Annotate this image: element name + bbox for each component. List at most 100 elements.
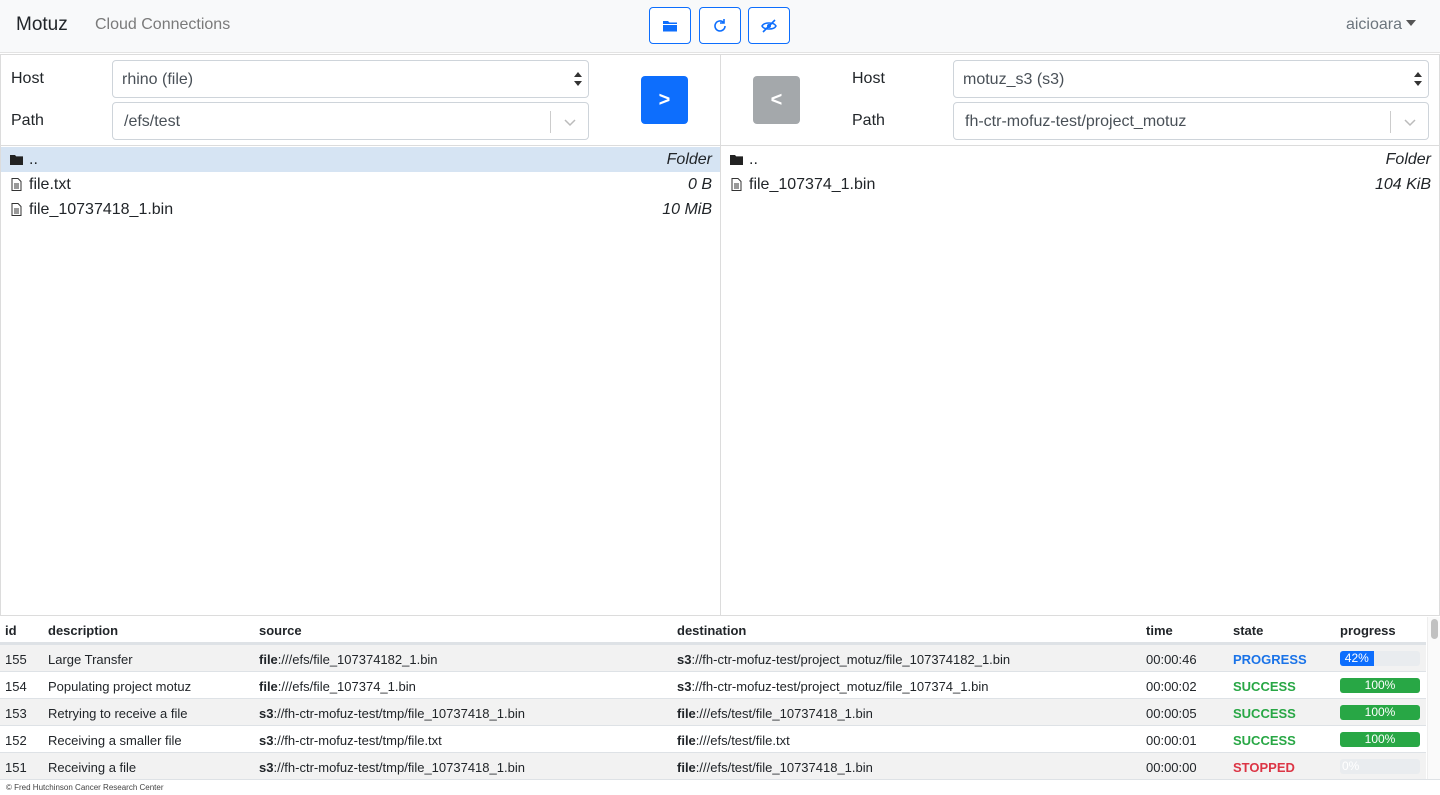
job-id: 154 [5, 679, 27, 694]
col-header-destination[interactable]: destination [677, 623, 746, 638]
brand-logo[interactable]: Motuz [16, 14, 68, 36]
transfer-right-button[interactable]: > [641, 76, 688, 124]
destination-scheme: file [677, 760, 696, 775]
file-size: Folder [666, 151, 712, 168]
file-size: 104 KiB [1374, 176, 1431, 193]
job-source: s3://fh-ctr-mofuz-test/tmp/file_10737418… [259, 706, 525, 721]
col-header-state[interactable]: state [1233, 623, 1263, 638]
table-row[interactable]: 152 Receiving a smaller file s3://fh-ctr-m… [0, 725, 1426, 752]
source-path: ://fh-ctr-mofuz-test/tmp/file_10737418_1… [273, 706, 525, 721]
job-source: file:///efs/file_107374182_1.bin [259, 652, 438, 667]
job-description: Receiving a file [48, 760, 137, 775]
job-destination: file:///efs/test/file.txt [677, 733, 790, 748]
col-header-time[interactable]: time [1146, 623, 1173, 638]
host-select[interactable]: motuz_s3 (s3) [953, 60, 1429, 98]
destination-scheme: file [677, 706, 696, 721]
toggle-hidden-button[interactable] [748, 7, 790, 44]
host-select-value: motuz_s3 (s3) [963, 71, 1065, 88]
col-header-description[interactable]: description [48, 623, 118, 638]
job-state: PROGRESS [1233, 652, 1307, 667]
job-description: Large Transfer [48, 652, 133, 667]
folder-icon [663, 20, 677, 31]
destination-path: ://fh-ctr-mofuz-test/project_motuz/file_… [691, 679, 989, 694]
file-icon [10, 203, 23, 216]
progress-fill: 42% [1340, 651, 1374, 666]
table-row[interactable]: 154 Populating project motuz file:///efs/f… [0, 671, 1426, 698]
source-scheme: file [259, 652, 278, 667]
table-row[interactable]: 155 Large Transfer file:///efs/file_107374… [0, 644, 1426, 671]
job-state: STOPPED [1233, 760, 1295, 775]
destination-path: :///efs/test/file_10737418_1.bin [695, 760, 873, 775]
right-pane-header: < Host Path motuz_s3 (s3) fh-ctr-mofuz-t… [721, 55, 1439, 146]
file-row[interactable]: file_10737418_1.bin 10 MiB [1, 197, 720, 222]
file-row[interactable]: .. Folder [1, 147, 720, 172]
folder-icon [10, 153, 23, 166]
source-path: :///efs/file_107374_1.bin [277, 679, 416, 694]
job-description: Populating project motuz [48, 679, 192, 694]
destination-scheme: s3 [677, 679, 692, 694]
job-state: SUCCESS [1233, 679, 1296, 694]
job-id: 152 [5, 733, 27, 748]
file-row[interactable]: .. Folder [721, 147, 1439, 172]
source-scheme: s3 [259, 733, 274, 748]
nav-link-cloud-connections[interactable]: Cloud Connections [95, 16, 230, 34]
source-path: ://fh-ctr-mofuz-test/tmp/file_10737418_1… [273, 760, 525, 775]
destination-path: :///efs/test/file.txt [695, 733, 790, 748]
col-header-id[interactable]: id [5, 623, 17, 638]
job-description: Retrying to receive a file [48, 706, 188, 721]
eye-slash-icon [761, 18, 777, 33]
user-menu[interactable]: aicioara [1346, 16, 1416, 34]
job-id: 151 [5, 760, 27, 775]
source-scheme: s3 [259, 706, 274, 721]
host-label: Host [852, 70, 885, 87]
progress-fill: 100% [1340, 732, 1420, 747]
file-row[interactable]: file.txt 0 B [1, 172, 720, 197]
scrollbar-thumb[interactable] [1431, 619, 1438, 639]
transfer-left-button[interactable]: < [753, 76, 800, 124]
col-header-source[interactable]: source [259, 623, 302, 638]
refresh-button[interactable] [699, 7, 741, 44]
progress-label: 0% [1342, 759, 1360, 773]
file-size: Folder [1385, 151, 1431, 168]
folder-icon [730, 153, 743, 166]
combobox-separator [1390, 111, 1391, 133]
footer: © Fred Hutchinson Cancer Research Center [0, 779, 1440, 795]
progress-bar: 0% [1340, 759, 1420, 774]
col-header-progress[interactable]: progress [1340, 623, 1396, 638]
file-size: 10 MiB [662, 201, 712, 218]
left-file-list: .. Folder file.txt 0 B file_10737418_1.bin 10… [1, 147, 720, 222]
transfer-jobs-table: id description source destination time s… [0, 616, 1426, 779]
file-name: file_10737418_1.bin [29, 201, 174, 218]
source-scheme: file [259, 679, 278, 694]
file-row[interactable]: file_107374_1.bin 104 KiB [721, 172, 1439, 197]
destination-path: :///efs/test/file_10737418_1.bin [695, 706, 873, 721]
path-combobox[interactable]: /efs/test [112, 102, 589, 140]
progress-bar: 100% [1340, 732, 1420, 747]
table-row[interactable]: 151 Receiving a file s3://fh-ctr-mofuz-tes… [0, 752, 1426, 779]
right-pane: < Host Path motuz_s3 (s3) fh-ctr-mofuz-t… [720, 54, 1440, 616]
file-name: .. [749, 151, 758, 168]
job-id: 155 [5, 652, 27, 667]
job-time: 00:00:02 [1146, 679, 1197, 694]
user-name: aicioara [1345, 16, 1402, 33]
job-destination: s3://fh-ctr-mofuz-test/project_motuz/fil… [677, 652, 1010, 667]
new-folder-button[interactable] [649, 7, 691, 44]
chevron-down-icon[interactable] [1404, 116, 1416, 128]
job-id: 153 [5, 706, 27, 721]
source-path: :///efs/file_107374182_1.bin [277, 652, 438, 667]
job-source: file:///efs/file_107374_1.bin [259, 679, 416, 694]
table-scrollbar[interactable] [1427, 617, 1440, 779]
path-combobox[interactable]: fh-ctr-mofuz-test/project_motuz [953, 102, 1429, 140]
progress-bar: 100% [1340, 678, 1420, 693]
navbar: Motuz Cloud Connections aicioara [0, 0, 1440, 53]
job-state: SUCCESS [1233, 733, 1296, 748]
job-destination: file:///efs/test/file_10737418_1.bin [677, 706, 873, 721]
table-row[interactable]: 153 Retrying to receive a file s3://fh-ctr… [0, 698, 1426, 725]
file-size: 0 B [687, 176, 712, 193]
job-time: 00:00:05 [1146, 706, 1197, 721]
host-select[interactable]: rhino (file) [112, 60, 589, 98]
chevron-down-icon[interactable] [564, 116, 576, 128]
file-icon [10, 178, 23, 191]
progress-bar: 100% [1340, 705, 1420, 720]
progress-fill: 100% [1340, 705, 1420, 720]
